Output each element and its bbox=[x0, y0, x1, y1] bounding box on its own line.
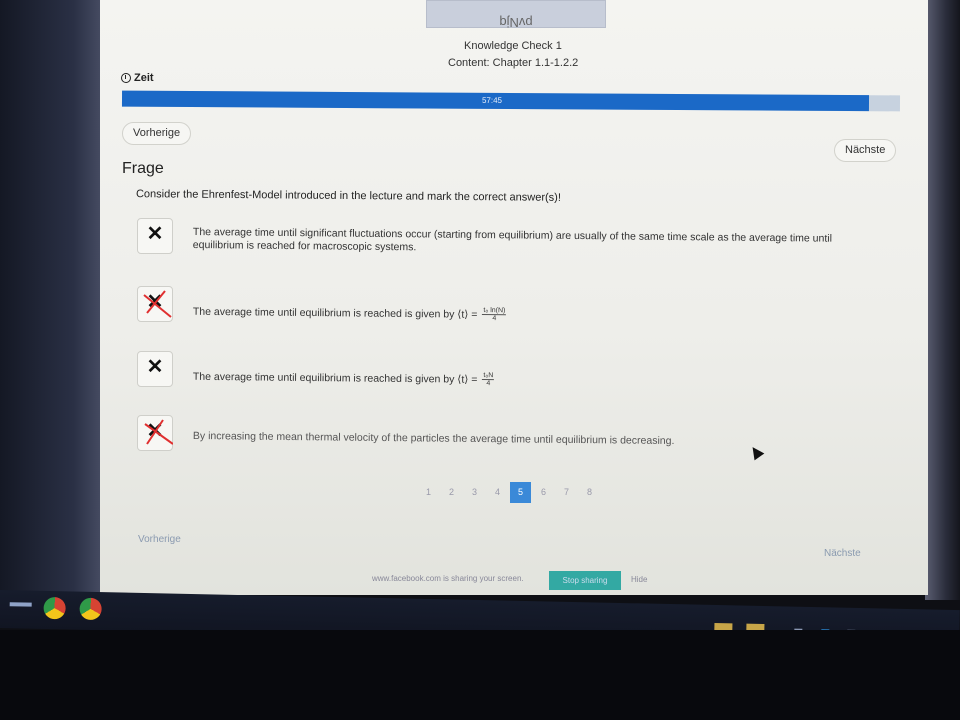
checked-x-icon: ✕ bbox=[146, 356, 164, 378]
next-button[interactable]: Nächste bbox=[834, 139, 897, 162]
clock-icon bbox=[121, 73, 131, 83]
footer-next-link[interactable]: Nächste bbox=[824, 548, 861, 559]
formula-denominator-2: 4 bbox=[492, 315, 497, 323]
answer-text-2: The average time until equilibrium is re… bbox=[193, 304, 883, 327]
hide-share-bar-link[interactable]: Hide bbox=[631, 575, 647, 584]
formula-fraction-2: t₀ ln(N) 4 bbox=[482, 307, 507, 323]
red-cross-icon bbox=[143, 290, 172, 318]
answer-checkbox-1[interactable]: ✕ bbox=[137, 218, 173, 254]
answer-text-3-main: The average time until equilibrium is re… bbox=[192, 370, 478, 386]
answer-checkbox-2[interactable]: ✕ bbox=[137, 286, 173, 322]
chrome-icon[interactable] bbox=[43, 596, 66, 620]
red-cross-icon bbox=[144, 419, 173, 445]
formula-numerator-2: t₀ ln(N) bbox=[482, 307, 507, 316]
timer-progress-fill: 57:45 bbox=[121, 90, 869, 112]
question-heading: Frage bbox=[122, 160, 164, 177]
screen-share-notice: www.facebook.com is sharing your screen. bbox=[372, 574, 524, 583]
page-link-1[interactable]: 1 bbox=[418, 482, 439, 503]
answer-text-1: The average time until significant fluct… bbox=[192, 226, 833, 254]
page-link-5-active[interactable]: 5 bbox=[510, 482, 531, 503]
page-link-6[interactable]: 6 bbox=[533, 482, 554, 503]
timer-label: Zeit bbox=[121, 72, 154, 84]
page-link-8[interactable]: 8 bbox=[579, 482, 600, 503]
question-pager: 1 2 3 4 5 6 7 8 bbox=[418, 482, 600, 503]
checked-x-icon: ✕ bbox=[146, 223, 164, 245]
start-menu-icon[interactable] bbox=[9, 602, 32, 607]
page-link-4[interactable]: 4 bbox=[487, 482, 508, 503]
chrome-icon-2[interactable] bbox=[79, 597, 102, 621]
desk-background bbox=[0, 630, 960, 720]
top-tab[interactable]: pvNjq bbox=[426, 0, 606, 30]
stop-sharing-button[interactable]: Stop sharing bbox=[549, 571, 621, 590]
answer-checkbox-3[interactable]: ✕ bbox=[137, 351, 173, 387]
page-link-2[interactable]: 2 bbox=[441, 482, 462, 503]
quiz-screen: pvNjq Knowledge Check 1 Content: Chapter… bbox=[100, 0, 928, 595]
monitor-bezel-right bbox=[925, 0, 960, 600]
quiz-content: Content: Chapter 1.1-1.2.2 bbox=[448, 57, 579, 69]
answer-text-3: The average time until equilibrium is re… bbox=[193, 369, 883, 392]
question-text: Consider the Ehrenfest-Model introduced … bbox=[135, 188, 561, 204]
footer-previous-link[interactable]: Vorherige bbox=[138, 534, 181, 545]
answer-text-2-main: The average time until equilibrium is re… bbox=[192, 305, 478, 321]
formula-denominator-3: 4 bbox=[486, 380, 491, 388]
quiz-title: Knowledge Check 1 bbox=[464, 40, 562, 52]
page-link-7[interactable]: 7 bbox=[556, 482, 577, 503]
formula-fraction-3: t₀N 4 bbox=[482, 372, 495, 388]
timer-progress-bar: 57:45 bbox=[121, 90, 901, 112]
timer-label-text: Zeit bbox=[134, 72, 154, 84]
timer-time: 57:45 bbox=[481, 95, 503, 105]
answer-text-4: By increasing the mean thermal velocity … bbox=[192, 430, 675, 448]
previous-button[interactable]: Vorherige bbox=[122, 122, 192, 145]
formula-numerator-3: t₀N bbox=[482, 372, 495, 381]
monitor-bezel-left bbox=[0, 0, 105, 600]
page-link-3[interactable]: 3 bbox=[464, 482, 485, 503]
answer-checkbox-4[interactable]: ✕ bbox=[137, 415, 173, 451]
